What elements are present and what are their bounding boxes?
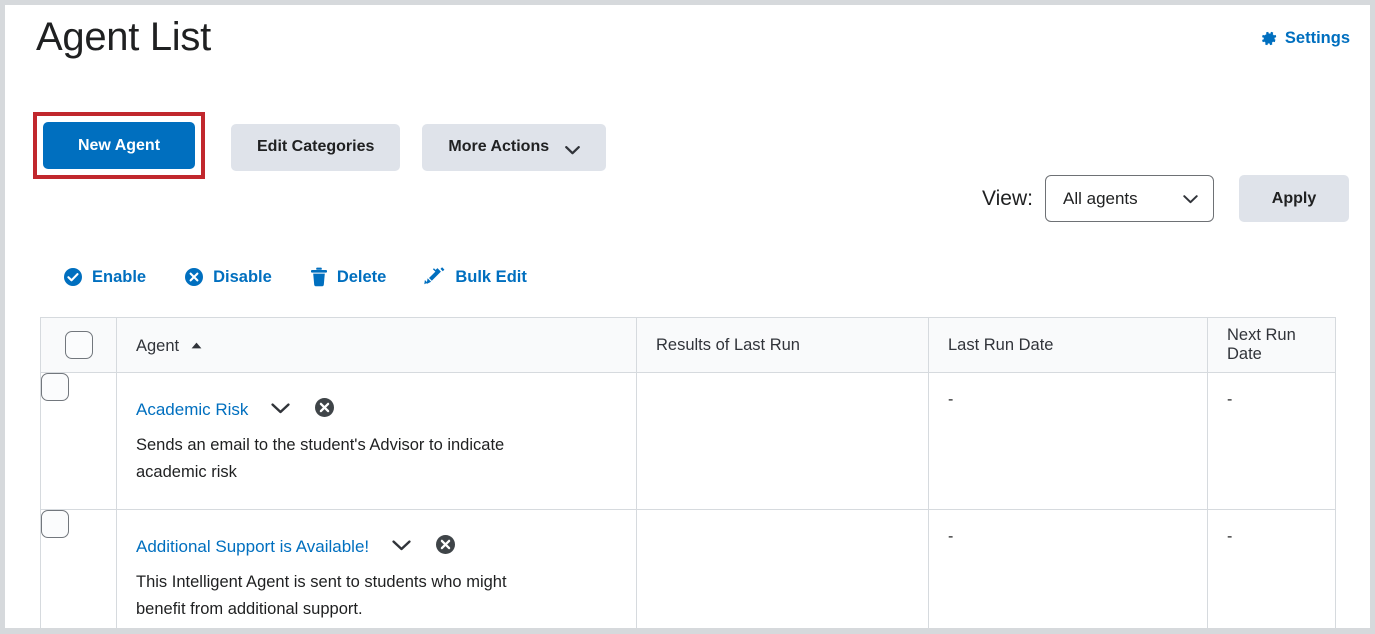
select-all-header (40, 317, 117, 373)
table-body: Academic Risk Sends an email to the stud… (40, 372, 1336, 628)
x-circle-icon (184, 267, 204, 287)
next-run-date-cell: - (1207, 372, 1336, 510)
check-circle-icon (63, 267, 83, 287)
select-all-checkbox[interactable] (64, 331, 93, 359)
column-header-agent-label: Agent (136, 336, 180, 355)
x-circle-filled-icon[interactable] (435, 534, 456, 560)
disable-button[interactable]: Disable (184, 267, 272, 287)
agent-cell: Academic Risk Sends an email to the stud… (116, 372, 637, 510)
edit-categories-button[interactable]: Edit Categories (231, 123, 401, 171)
pencil-icon (424, 267, 446, 287)
agent-header: Additional Support is Available! (136, 534, 616, 560)
agent-cell: Additional Support is Available! This In… (116, 508, 637, 628)
enable-button[interactable]: Enable (63, 267, 146, 287)
settings-label: Settings (1284, 29, 1350, 47)
bulk-action-toolbar: Enable Disable Delete Bulk Edit (63, 267, 527, 287)
settings-button[interactable]: Settings (1259, 29, 1350, 48)
chevron-down-icon (565, 143, 580, 154)
apply-button[interactable]: Apply (1239, 175, 1349, 222)
agent-name-link[interactable]: Additional Support is Available! (136, 537, 369, 557)
disable-label: Disable (213, 267, 272, 286)
chevron-down-icon[interactable] (271, 401, 291, 419)
app-window: Agent List Settings New Agent Edit Categ… (0, 0, 1375, 634)
view-filter-row: View: All agents Apply (982, 175, 1349, 222)
chevron-down-icon (1183, 189, 1198, 209)
gear-icon (1259, 29, 1278, 48)
page-content: Agent List Settings New Agent Edit Categ… (5, 5, 1370, 628)
row-checkbox[interactable] (41, 509, 69, 538)
more-actions-label: More Actions (448, 138, 550, 155)
column-header-results[interactable]: Results of Last Run (636, 317, 929, 373)
edit-categories-label: Edit Categories (257, 138, 375, 155)
column-header-last-run-date[interactable]: Last Run Date (928, 317, 1208, 373)
new-agent-highlight: New Agent (33, 112, 205, 179)
column-header-next-run-date[interactable]: Next Run Date (1207, 317, 1336, 373)
agent-header: Academic Risk (136, 397, 616, 423)
caret-up-icon (191, 335, 202, 354)
table-header-row: Agent Results of Last Run Last Run Date … (40, 317, 1336, 373)
results-cell (636, 508, 929, 628)
agent-name-link[interactable]: Academic Risk (136, 400, 248, 420)
new-agent-button[interactable]: New Agent (43, 122, 195, 169)
row-select-cell (40, 508, 117, 628)
more-actions-button[interactable]: More Actions (422, 123, 607, 171)
primary-toolbar: New Agent Edit Categories More Actions (33, 112, 607, 179)
page-title: Agent List (36, 15, 211, 59)
results-cell (636, 372, 929, 510)
bulk-edit-button[interactable]: Bulk Edit (424, 267, 527, 287)
view-label: View: (982, 186, 1033, 210)
agent-description: Sends an email to the student's Advisor … (136, 436, 505, 482)
agent-table: Agent Results of Last Run Last Run Date … (40, 317, 1336, 628)
table-row: Academic Risk Sends an email to the stud… (40, 372, 1336, 510)
next-run-date-cell: - (1207, 508, 1336, 628)
table-row: Additional Support is Available! This In… (40, 508, 1336, 628)
delete-button[interactable]: Delete (310, 267, 387, 287)
x-circle-filled-icon[interactable] (314, 397, 335, 423)
view-select-value: All agents (1063, 188, 1138, 208)
column-header-agent[interactable]: Agent (116, 317, 637, 373)
trash-icon (310, 267, 328, 287)
table-header: Agent Results of Last Run Last Run Date … (40, 317, 1336, 373)
row-checkbox[interactable] (41, 373, 69, 401)
bulk-edit-label: Bulk Edit (455, 267, 527, 286)
enable-label: Enable (92, 267, 147, 286)
last-run-date-cell: - (928, 372, 1208, 510)
row-select-cell (40, 372, 117, 510)
agent-description: This Intelligent Agent is sent to studen… (136, 572, 507, 619)
chevron-down-icon[interactable] (392, 538, 411, 556)
last-run-date-cell: - (928, 508, 1208, 628)
view-select[interactable]: All agents (1045, 175, 1214, 222)
delete-label: Delete (336, 267, 387, 286)
